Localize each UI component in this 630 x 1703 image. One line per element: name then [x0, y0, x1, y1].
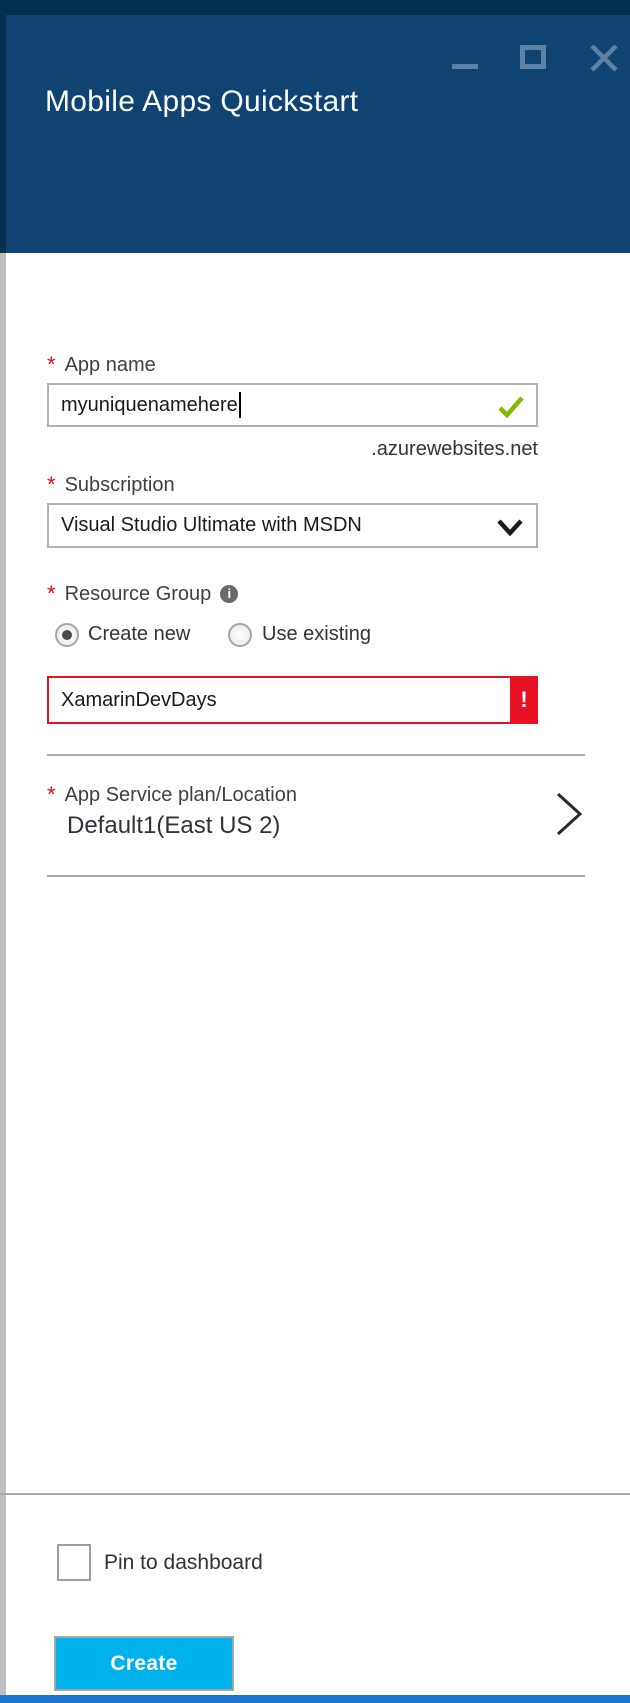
- resource-group-label-text: Resource Group: [65, 583, 212, 605]
- divider: [47, 754, 585, 756]
- pin-to-dashboard-checkbox[interactable]: [57, 1544, 91, 1581]
- maximize-icon: [520, 45, 546, 69]
- subscription-label-text: Subscription: [65, 474, 175, 496]
- pin-to-dashboard-label[interactable]: Pin to dashboard: [104, 1551, 263, 1575]
- subscription-dropdown[interactable]: Visual Studio Ultimate with MSDN: [47, 503, 538, 548]
- subscription-label: * Subscription: [47, 472, 175, 498]
- blade-title: Mobile Apps Quickstart: [45, 85, 358, 119]
- app-name-value: myuniquenamehere: [61, 394, 238, 417]
- minimize-icon: [452, 64, 478, 69]
- close-icon: [590, 44, 618, 72]
- subscription-selected-value: Visual Studio Ultimate with MSDN: [61, 514, 362, 537]
- app-service-plan-label: * App Service plan/Location: [47, 782, 297, 808]
- text-caret: [239, 392, 241, 418]
- chevron-down-icon: [497, 519, 523, 536]
- footer-divider: [0, 1493, 630, 1495]
- app-name-label: * App name: [47, 352, 156, 378]
- radio-create-new[interactable]: [55, 623, 79, 647]
- valid-check-icon: [498, 396, 524, 418]
- error-icon: !: [510, 676, 538, 724]
- radio-create-new-label[interactable]: Create new: [88, 623, 190, 646]
- divider: [47, 875, 585, 877]
- resource-group-value: XamarinDevDays: [61, 689, 217, 712]
- chevron-right-icon[interactable]: [554, 792, 584, 836]
- top-window-strip: [0, 0, 630, 15]
- required-asterisk: *: [47, 472, 56, 497]
- close-button[interactable]: [590, 44, 618, 72]
- resource-group-input[interactable]: XamarinDevDays !: [47, 676, 538, 724]
- create-button[interactable]: Create: [54, 1636, 234, 1691]
- app-service-plan-value: Default1(East US 2): [67, 812, 280, 840]
- info-icon[interactable]: i: [220, 585, 238, 603]
- bottom-accent-strip: [0, 1695, 630, 1703]
- mobile-apps-quickstart-blade: Mobile Apps Quickstart * App name myuniqu…: [0, 0, 630, 1703]
- radio-selected-dot: [62, 630, 72, 640]
- maximize-button[interactable]: [520, 45, 547, 70]
- blade-header: Mobile Apps Quickstart: [0, 15, 630, 253]
- app-name-label-text: App name: [65, 354, 156, 376]
- blade-body: [0, 253, 630, 1703]
- resource-group-label: * Resource Group i: [47, 581, 238, 607]
- required-asterisk: *: [47, 581, 56, 606]
- radio-use-existing[interactable]: [228, 623, 252, 647]
- domain-suffix: .azurewebsites.net: [47, 438, 538, 461]
- header-left-edge: [0, 15, 6, 253]
- app-name-input[interactable]: myuniquenamehere: [47, 383, 538, 427]
- required-asterisk: *: [47, 352, 56, 377]
- minimize-button[interactable]: [452, 62, 480, 72]
- body-left-edge: [0, 253, 6, 1703]
- app-service-plan-label-text: App Service plan/Location: [65, 784, 297, 806]
- radio-use-existing-label[interactable]: Use existing: [262, 623, 371, 646]
- required-asterisk: *: [47, 782, 56, 807]
